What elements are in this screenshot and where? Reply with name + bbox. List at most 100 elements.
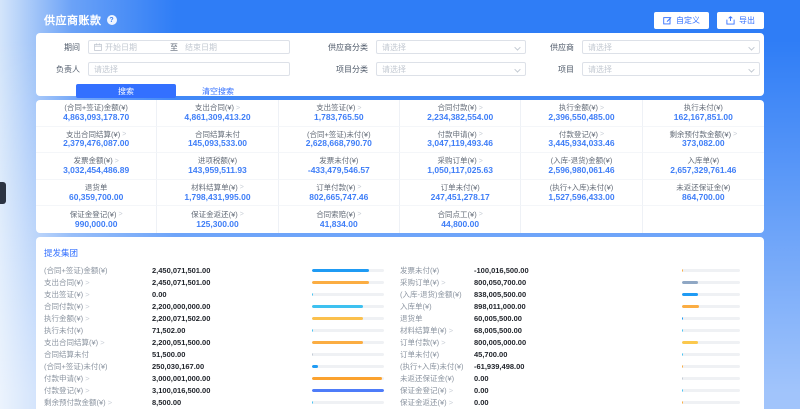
group-metric-label[interactable]: 付款登记(¥) > bbox=[44, 385, 144, 396]
metric-bar-fill bbox=[682, 401, 683, 404]
group-metric-label: 订单未付(¥) bbox=[400, 349, 466, 360]
metric-card[interactable]: 剩余预付款金额(¥)>373,082.00 bbox=[643, 127, 764, 154]
metric-bar bbox=[682, 329, 740, 332]
group-name-link[interactable]: 提发集团 bbox=[44, 247, 78, 259]
chevron-right-icon: > bbox=[733, 131, 737, 138]
supplier-category-select[interactable]: 请选择 bbox=[376, 40, 526, 54]
metric-card-label: 剩余预付款金额(¥)> bbox=[669, 131, 737, 139]
group-metric-row: 支出签证(¥) >0.00 bbox=[44, 288, 384, 300]
metric-card-value: 1,050,117,025.63 bbox=[427, 166, 493, 175]
group-metric-label[interactable]: 订单付款(¥) > bbox=[400, 337, 466, 348]
metric-bar bbox=[682, 293, 740, 296]
metric-card[interactable]: 合同索赔(¥)>41,834.00 bbox=[279, 206, 400, 233]
metric-bar bbox=[682, 389, 740, 392]
start-date-input[interactable] bbox=[105, 43, 163, 52]
metric-card-label: 入库单(¥) bbox=[687, 157, 719, 165]
metric-card[interactable]: 保证金登记(¥)>990,000.00 bbox=[36, 206, 157, 233]
group-metric-value: 0.00 bbox=[466, 386, 682, 395]
group-metric-label[interactable]: 执行金额(¥) > bbox=[44, 313, 144, 324]
metric-card[interactable]: 订单付款(¥)>802,665,747.46 bbox=[279, 180, 400, 207]
group-metric-label[interactable]: 支出合同结算(¥) > bbox=[44, 337, 144, 348]
group-metric-value: 68,005,500.00 bbox=[466, 326, 682, 335]
project-select[interactable]: 请选择 bbox=[582, 62, 760, 76]
group-metric-label[interactable]: 合同付款(¥) > bbox=[44, 301, 144, 312]
group-metric-label: (合同+签证)未付(¥) bbox=[44, 361, 144, 372]
group-metric-label[interactable]: 支出签证(¥) > bbox=[44, 289, 144, 300]
metric-card bbox=[521, 206, 642, 233]
group-metric-value: 2,200,000,000.00 bbox=[144, 302, 312, 311]
group-metric-label[interactable]: 材料结算单(¥) > bbox=[400, 325, 466, 336]
customize-button[interactable]: 自定义 bbox=[654, 12, 709, 29]
chevron-down-icon bbox=[514, 44, 520, 50]
group-metric-label[interactable]: 付款申请(¥) > bbox=[44, 373, 144, 384]
group-metric-row: 保证金返还(¥) >0.00 bbox=[400, 396, 740, 408]
group-metric-value: 0.00 bbox=[466, 398, 682, 407]
metric-card-value: 162,167,851.00 bbox=[674, 113, 733, 122]
chevron-right-icon: > bbox=[118, 211, 122, 218]
metric-bar bbox=[312, 281, 384, 284]
export-label: 导出 bbox=[739, 15, 755, 26]
help-icon[interactable]: ? bbox=[107, 15, 117, 25]
metric-card-value: -433,479,546.57 bbox=[308, 166, 370, 175]
sidebar-toggle-handle[interactable] bbox=[0, 182, 6, 204]
chevron-right-icon: > bbox=[479, 105, 483, 112]
group-metric-label[interactable]: 采购订单(¥) > bbox=[400, 277, 466, 288]
chevron-right-icon: > bbox=[600, 105, 604, 112]
group-metric-label: 入库单(¥) bbox=[400, 301, 466, 312]
metric-card[interactable]: 付款申请(¥)>3,047,119,493.46 bbox=[400, 127, 521, 154]
chevron-right-icon: > bbox=[479, 211, 483, 218]
clear-search-link[interactable]: 清空搜索 bbox=[202, 86, 234, 97]
group-metric-row: 付款申请(¥) >3,000,001,000.00 bbox=[44, 372, 384, 384]
chevron-down-icon bbox=[748, 44, 754, 50]
metric-card[interactable]: 执行金额(¥)>2,396,550,485.00 bbox=[521, 100, 642, 127]
metric-card: 入库单(¥)2,657,329,761.46 bbox=[643, 153, 764, 180]
metric-card[interactable]: 保证金返还(¥)>125,300.00 bbox=[157, 206, 278, 233]
chevron-right-icon: > bbox=[447, 326, 453, 335]
metric-bar bbox=[682, 401, 740, 404]
group-metric-row: 支出合同(¥) >2,450,071,501.00 bbox=[44, 276, 384, 288]
group-metric-row: 支出合同结算(¥) >2,200,051,500.00 bbox=[44, 336, 384, 348]
metric-card-value: 3,445,934,033.46 bbox=[548, 139, 614, 148]
supplier-label: 供应商 bbox=[526, 42, 574, 53]
group-metric-label[interactable]: 支出合同(¥) > bbox=[44, 277, 144, 288]
metric-bar-fill bbox=[682, 341, 698, 344]
metric-card[interactable]: 合同点工(¥)>44,800.00 bbox=[400, 206, 521, 233]
search-button[interactable]: 搜索 bbox=[76, 84, 176, 98]
group-metric-value: 838,005,500.00 bbox=[466, 290, 682, 299]
owner-select[interactable]: 请选择 bbox=[88, 62, 290, 76]
metric-bar bbox=[312, 389, 384, 392]
metric-card[interactable]: 材料结算单(¥)>1,798,431,995.00 bbox=[157, 180, 278, 207]
metric-card[interactable]: 支出签证(¥)>1,783,765.50 bbox=[279, 100, 400, 127]
metric-card-label: 保证金返还(¥)> bbox=[191, 211, 244, 219]
date-range-input[interactable]: 至 bbox=[88, 40, 290, 54]
owner-label: 负责人 bbox=[44, 64, 80, 75]
metric-bar bbox=[312, 329, 384, 332]
group-metric-label[interactable]: 保证金登记(¥) > bbox=[400, 385, 466, 396]
chevron-right-icon: > bbox=[439, 278, 445, 287]
project-category-select[interactable]: 请选择 bbox=[376, 62, 526, 76]
metric-card[interactable]: 采购订单(¥)>1,050,117,025.63 bbox=[400, 153, 521, 180]
project-label: 项目 bbox=[526, 64, 574, 75]
supplier-select[interactable]: 请选择 bbox=[582, 40, 760, 54]
metric-card[interactable]: 支出合同(¥)>4,861,309,413.20 bbox=[157, 100, 278, 127]
group-metric-row: 剩余预付款金额(¥) >8,500.00 bbox=[44, 396, 384, 408]
metric-card[interactable]: 支出合同结算(¥)>2,379,476,087.00 bbox=[36, 127, 157, 154]
metric-card-value: 2,396,550,485.00 bbox=[548, 113, 614, 122]
group-metric-label[interactable]: 保证金返还(¥) > bbox=[400, 397, 466, 408]
group-metric-row: 付款登记(¥) >3,100,016,500.00 bbox=[44, 384, 384, 396]
chevron-right-icon: > bbox=[479, 158, 483, 165]
metric-card-value: 125,300.00 bbox=[196, 220, 239, 229]
metric-card[interactable]: 合同付款(¥)>2,234,382,554.00 bbox=[400, 100, 521, 127]
metric-card bbox=[643, 206, 764, 233]
group-metric-row: (执行+入库)未付(¥)-61,939,498.00 bbox=[400, 360, 740, 372]
group-metric-label[interactable]: 剩余预付款金额(¥) > bbox=[44, 397, 144, 408]
metric-bar-fill bbox=[312, 281, 369, 284]
metric-card[interactable]: 发票金额(¥)>3,032,454,486.89 bbox=[36, 153, 157, 180]
group-metric-value: -100,016,500.00 bbox=[466, 266, 682, 275]
metric-card[interactable]: 付款登记(¥)>3,445,934,033.46 bbox=[521, 127, 642, 154]
metric-bar bbox=[682, 353, 740, 356]
end-date-input[interactable] bbox=[185, 43, 243, 52]
filter-period: 期间 至 bbox=[44, 40, 290, 54]
group-metric-value: 2,450,071,501.00 bbox=[144, 266, 312, 275]
export-button[interactable]: 导出 bbox=[717, 12, 764, 29]
